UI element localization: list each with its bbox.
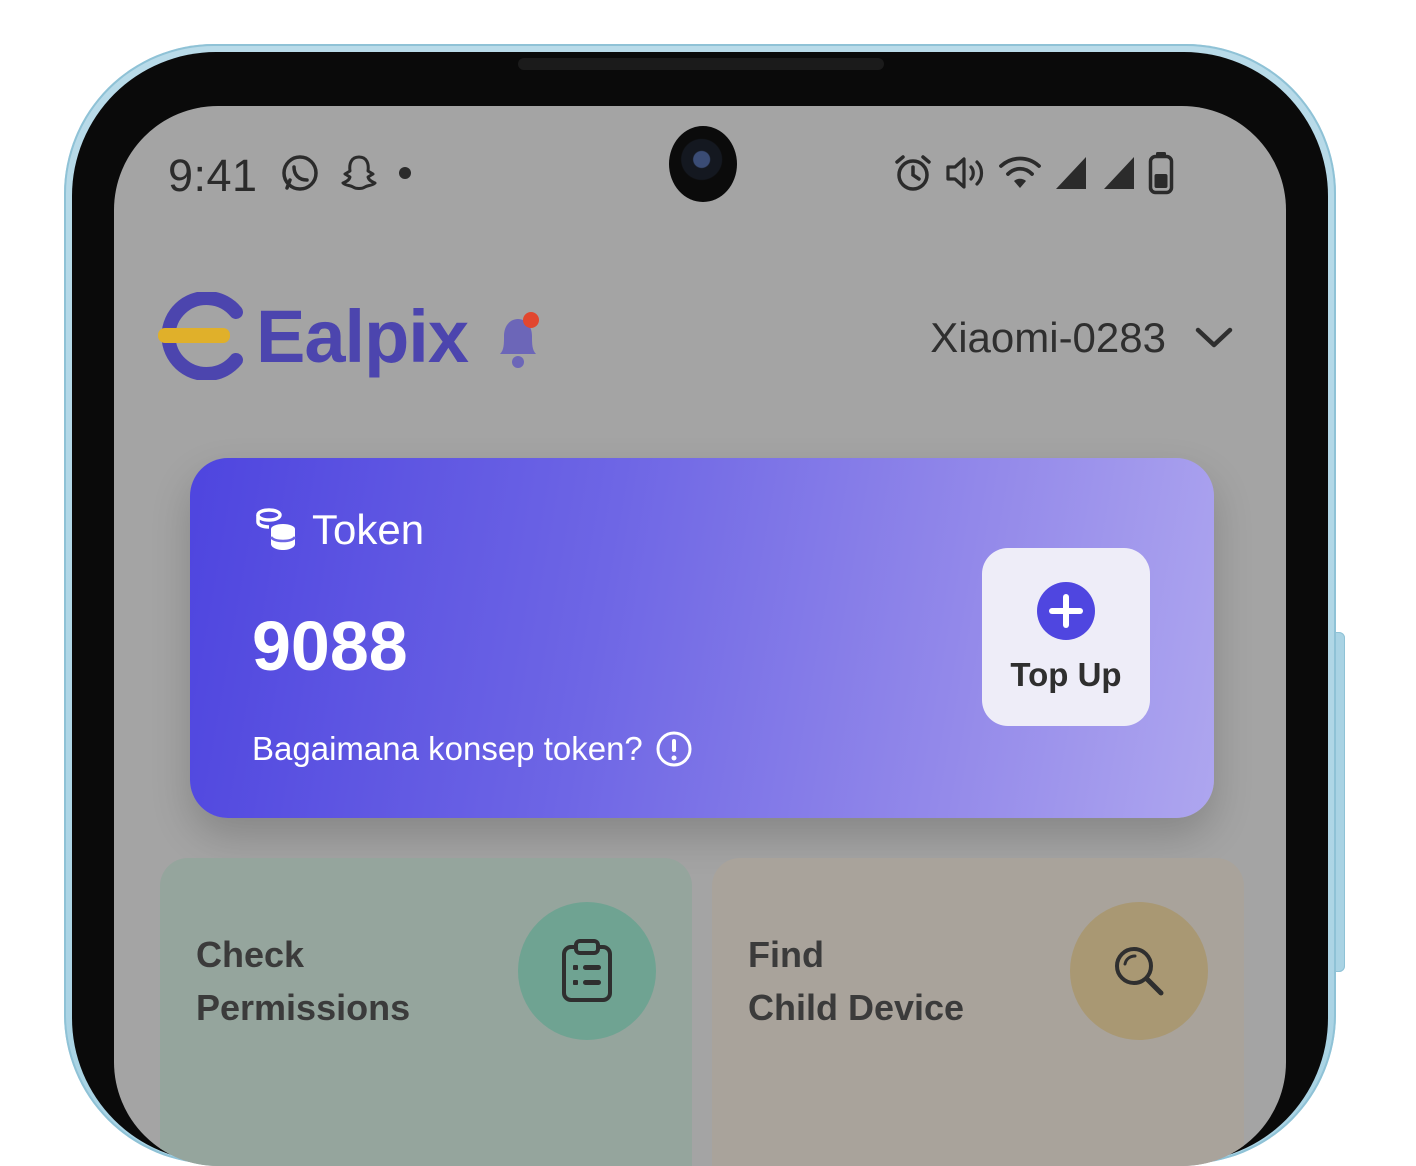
find-child-device-title: Find Child Device — [748, 934, 965, 1028]
search-icon — [1115, 947, 1164, 996]
check-permissions-icon-bubble — [518, 902, 656, 1040]
snapchat-icon — [341, 155, 377, 190]
info-icon — [656, 731, 692, 767]
status-time: 9:41 — [168, 150, 258, 201]
device-name: Xiaomi-0283 — [930, 314, 1166, 361]
token-card: Token 9088 Bagaimana konsep token? Top U… — [190, 458, 1214, 818]
plus-circle-icon — [1037, 582, 1095, 640]
wifi-icon — [999, 156, 1041, 188]
clipboard-icon — [562, 939, 612, 1002]
find-child-device-icon-bubble — [1070, 902, 1208, 1040]
token-balance: 9088 — [252, 607, 408, 685]
alarm-icon — [895, 155, 931, 191]
battery-icon — [1148, 152, 1174, 195]
status-right-icons — [892, 150, 1174, 196]
dot-icon — [399, 167, 411, 179]
front-camera — [669, 126, 737, 202]
notification-bell-icon[interactable] — [492, 306, 544, 372]
token-header: Token — [252, 506, 424, 554]
signal-icon — [1056, 157, 1086, 189]
volume-icon — [946, 157, 984, 189]
token-help-link[interactable]: Bagaimana konsep token? — [252, 730, 693, 768]
signal-icon — [1104, 157, 1134, 189]
check-permissions-card[interactable]: Check Permissions — [160, 858, 692, 1166]
coins-icon — [256, 508, 297, 550]
earpiece-slot — [518, 58, 884, 70]
token-help-text: Bagaimana konsep token? — [252, 730, 643, 767]
app-name: Ealpix — [256, 294, 469, 378]
device-selector[interactable]: Xiaomi-0283 — [930, 314, 1234, 362]
phone-screen: 9:41 Ealpix Xiaomi-0283 Token 9088 Bagai… — [114, 106, 1286, 1166]
status-left-icons — [280, 150, 412, 196]
app-logo: Ealpix — [158, 292, 469, 380]
check-permissions-title: Check Permissions — [196, 934, 411, 1028]
token-label: Token — [312, 506, 425, 553]
side-button — [1335, 632, 1345, 972]
top-up-label: Top Up — [1010, 656, 1122, 693]
find-child-device-card[interactable]: Find Child Device — [712, 858, 1244, 1166]
ealpix-logo-icon — [158, 292, 243, 380]
chevron-down-icon — [1195, 327, 1233, 348]
top-up-button[interactable]: Top Up — [982, 548, 1150, 726]
whatsapp-icon — [282, 155, 318, 191]
